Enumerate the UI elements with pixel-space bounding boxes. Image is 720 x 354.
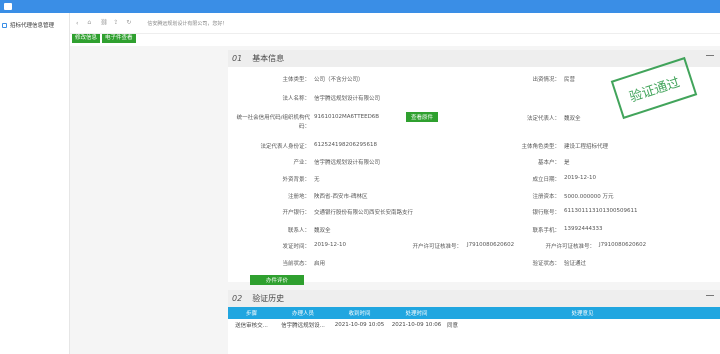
issue-time-label: 发证时间： — [282, 244, 310, 250]
bank-acct-value: 611301113101300509611 — [564, 208, 638, 214]
verify-label: 验证状态： — [532, 261, 560, 267]
refresh-icon[interactable]: ↻ — [126, 20, 132, 26]
reg-capital-label: 注册资本： — [532, 194, 560, 200]
contact-label: 联系人： — [287, 228, 310, 234]
subject-type-value: 公司（不含分公司） — [314, 77, 364, 83]
verified-stamp: 验证通过 — [610, 56, 698, 120]
verify-value: 验证通过 — [564, 261, 587, 267]
table-header: 步骤 办理人员 收到时间 处理时间 处理意见 — [228, 307, 720, 319]
view-original-button[interactable]: 查看原件 — [406, 112, 439, 122]
foreign-label: 外资背景： — [282, 177, 310, 183]
history-header: 02 验证历史 — [228, 290, 720, 307]
bank-value: 交通银行股份有限公司西安长安南路支行 — [314, 210, 414, 216]
link-icon[interactable]: ⛓ — [100, 20, 108, 26]
breadcrumb: ‹ ⌂ ⛓ ⇪ ↻ 信安腾远规划设计有限公司，您好！ — [70, 13, 720, 34]
home-icon[interactable]: ⌂ — [87, 20, 93, 26]
industry-value: 信宇腾远规划设计有限公司 — [314, 160, 381, 166]
legal-rep-label: 法定代表人： — [526, 116, 560, 122]
column-header: 办理人员 — [291, 311, 314, 317]
legal-name-value: 信宇腾远规划设计有限公司 — [314, 96, 381, 102]
table-cell: 2021-10-09 10:05 — [334, 322, 385, 328]
history-card: 02 验证历史 步骤 办理人员 收到时间 处理时间 处理意见 送信审核交... … — [228, 290, 720, 354]
table-cell: 信宇腾远规划设... — [281, 323, 325, 329]
industry-label: 产业： — [293, 160, 310, 166]
menu-icon — [2, 22, 7, 28]
credit-code-label: 统一社会信用代码/组织机构代码： — [236, 115, 310, 130]
section-title: 验证历史 — [252, 294, 285, 303]
permit-no-value: J7910080620602 — [467, 242, 515, 248]
column-header: 处理时间 — [405, 311, 428, 317]
section-number: 02 — [232, 294, 243, 303]
bank-label: 开户银行： — [282, 210, 310, 216]
phone-label: 联系手机： — [532, 228, 560, 234]
status-value: 启用 — [314, 261, 326, 267]
permit-no2-label: 开户许可证核准号： — [545, 244, 595, 250]
issue-time-value: 2019-12-10 — [314, 242, 346, 248]
section-number: 01 — [232, 54, 243, 63]
legal-rep-id-value: 612524198206295618 — [314, 142, 377, 148]
reg-addr-label: 注册地： — [287, 194, 310, 200]
edit-info-button[interactable]: 修改信息 — [72, 34, 101, 43]
basic-info-fields: 验证通过 主体类型： 公司（不含分公司） 出资情况： 民营 法人名称： 信宇腾远… — [228, 56, 720, 297]
table-cell: 同意 — [447, 323, 459, 329]
basic-info-header: 01 基本信息 — [228, 50, 720, 67]
reg-capital-value: 5000.000000 万元 — [564, 194, 614, 200]
subject-type-label: 主体类型： — [282, 77, 310, 83]
collapse-icon[interactable] — [706, 295, 714, 296]
source-label: 出资情况： — [532, 77, 560, 83]
phone-value: 13992444333 — [564, 226, 603, 232]
chevron-left-icon[interactable]: ‹ — [76, 20, 78, 27]
view-attachments-button[interactable]: 电子件查看 — [102, 34, 136, 43]
section-title: 基本信息 — [252, 54, 285, 63]
legal-rep-id-label: 法定代表人身份证： — [260, 144, 310, 150]
subject-role-label: 主体角色类型： — [521, 144, 560, 150]
sidebar: 招标代理信息管理 — [0, 13, 70, 354]
base-house-value: 是 — [564, 160, 570, 166]
table-row[interactable]: 送信审核交... 信宇腾远规划设... 2021-10-09 10:05 202… — [228, 319, 720, 331]
subject-role-value: 建设工程招标代理 — [564, 144, 609, 150]
legal-rep-value: 魏双全 — [564, 116, 581, 122]
reg-addr-value: 陕西省-西安市-碑林区 — [314, 194, 368, 200]
est-date-label: 成立日期： — [532, 177, 560, 183]
column-header: 收到时间 — [348, 311, 371, 317]
upload-icon[interactable]: ⇪ — [113, 20, 119, 26]
sidebar-item-agency-management[interactable]: 招标代理信息管理 — [2, 21, 54, 29]
status-label: 当前状态： — [282, 261, 310, 267]
contact-value: 魏双全 — [314, 228, 331, 234]
base-house-label: 基本户： — [537, 160, 560, 166]
credit-code-value: 91610102MA6TTEED6B — [314, 114, 380, 120]
collapse-icon[interactable] — [706, 55, 714, 56]
toolbar: 修改信息 电子件查看 — [70, 34, 720, 46]
breadcrumb-text: 信安腾远规划设计有限公司，您好！ — [147, 20, 228, 27]
table-cell: 2021-10-09 10:06 — [391, 322, 442, 328]
basic-info-card: 01 基本信息 验证通过 主体类型： 公司（不含分公司） 出资情况： 民营 法人… — [228, 50, 720, 285]
app-logo-icon — [4, 3, 12, 10]
main-content: 01 基本信息 验证通过 主体类型： 公司（不含分公司） 出资情况： 民营 法人… — [70, 46, 720, 354]
foreign-value: 无 — [314, 177, 320, 183]
column-header: 处理意见 — [571, 311, 594, 317]
column-header: 步骤 — [245, 311, 257, 317]
evaluate-button[interactable]: 办件评价 — [250, 275, 305, 285]
history-table: 步骤 办理人员 收到时间 处理时间 处理意见 送信审核交... 信宇腾远规划设.… — [228, 307, 720, 331]
sidebar-item-label: 招标代理信息管理 — [10, 23, 55, 29]
est-date-value: 2019-12-10 — [564, 175, 596, 181]
table-cell: 送信审核交... — [235, 323, 268, 329]
bank-acct-label: 银行账号： — [532, 210, 560, 216]
legal-name-label: 法人名称： — [282, 96, 310, 102]
top-bar — [0, 0, 720, 13]
permit-no-label: 开户许可证核准号： — [412, 244, 462, 250]
source-value: 民营 — [564, 77, 576, 83]
permit-no2-value: J7910080620602 — [599, 242, 647, 248]
